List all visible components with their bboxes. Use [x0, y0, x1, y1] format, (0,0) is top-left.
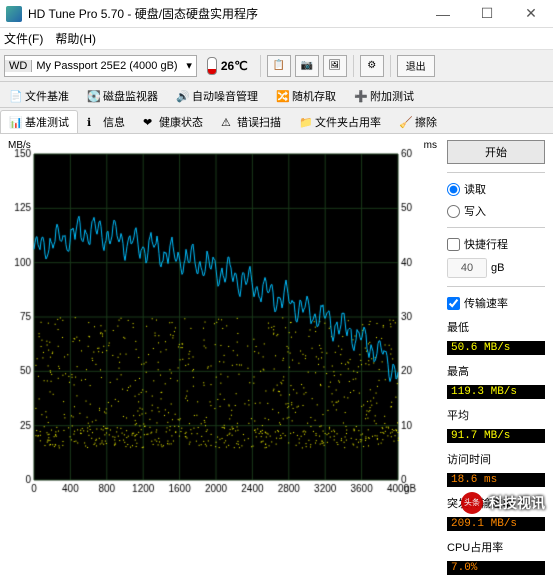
short-stroke-checkbox[interactable]: 快捷行程	[447, 236, 545, 252]
drive-selector[interactable]: WD My Passport 25E2 (4000 gB) ▾	[4, 55, 197, 77]
write-radio[interactable]: 写入	[447, 203, 545, 219]
tab-基准测试[interactable]: 📊 基准测试	[0, 110, 78, 133]
access-time-label: 访问时间	[447, 451, 545, 467]
tab-label: 文件夹占用率	[315, 114, 381, 130]
short-stroke-unit: gB	[491, 262, 504, 274]
menu-file[interactable]: 文件(F)	[4, 30, 43, 47]
drive-vendor: WD	[5, 60, 32, 72]
app-icon	[6, 6, 22, 22]
separator	[447, 227, 545, 228]
copy-screenshot-button[interactable]: 📷	[295, 55, 319, 77]
y-axis-left-label: MB/s	[8, 140, 31, 151]
tab-icon: 📄	[9, 90, 21, 102]
tab-文件基准[interactable]: 📄 文件基准	[0, 84, 78, 107]
short-stroke-input[interactable]	[447, 258, 487, 278]
tab-icon: 📊	[9, 116, 21, 128]
separator	[260, 55, 261, 77]
tab-label: 自动噪音管理	[192, 88, 258, 104]
thermometer-icon	[207, 57, 217, 75]
max-label: 最高	[447, 363, 545, 379]
avg-label: 平均	[447, 407, 545, 423]
tab-label: 信息	[103, 114, 125, 130]
tab-icon: 💽	[87, 90, 99, 102]
access-time-value: 18.6 ms	[447, 473, 545, 487]
y-axis-right-label: ms	[424, 140, 437, 151]
chevron-down-icon: ▾	[182, 59, 196, 72]
min-value: 50.6 MB/s	[447, 341, 545, 355]
tab-label: 错误扫描	[237, 114, 281, 130]
tab-附加测试[interactable]: ➕ 附加测试	[345, 84, 423, 107]
watermark-text: 科技视讯	[489, 493, 545, 513]
max-value: 119.3 MB/s	[447, 385, 545, 399]
tab-icon: 📁	[299, 116, 311, 128]
tab-信息[interactable]: ℹ 信息	[78, 110, 134, 133]
exit-button[interactable]: 退出	[397, 55, 435, 77]
separator	[353, 55, 354, 77]
tab-label: 擦除	[415, 114, 437, 130]
options-button[interactable]: ⚙	[360, 55, 384, 77]
start-button[interactable]: 开始	[447, 140, 545, 164]
benchmark-chart	[6, 140, 426, 500]
tab-label: 基准测试	[25, 114, 69, 130]
copy-text-button[interactable]: 📋	[267, 55, 291, 77]
tab-label: 附加测试	[370, 88, 414, 104]
min-label: 最低	[447, 319, 545, 335]
tab-文件夹占用率[interactable]: 📁 文件夹占用率	[290, 110, 390, 133]
tab-自动噪音管理[interactable]: 🔊 自动噪音管理	[167, 84, 267, 107]
tab-icon: ⚠	[221, 116, 233, 128]
tab-擦除[interactable]: 🧹 擦除	[390, 110, 446, 133]
minimize-button[interactable]: —	[421, 0, 465, 28]
tab-icon: ℹ	[87, 116, 99, 128]
tab-icon: ➕	[354, 90, 366, 102]
menu-help[interactable]: 帮助(H)	[55, 30, 96, 47]
burst-value: 209.1 MB/s	[447, 517, 545, 531]
tab-icon: 🔊	[176, 90, 188, 102]
cpu-value: 7.0%	[447, 561, 545, 575]
cpu-label: CPU占用率	[447, 539, 545, 555]
tab-错误扫描[interactable]: ⚠ 错误扫描	[212, 110, 290, 133]
watermark: 头条 科技视讯	[461, 492, 545, 514]
tab-label: 文件基准	[25, 88, 69, 104]
tab-icon: 🧹	[399, 116, 411, 128]
separator	[390, 55, 391, 77]
drive-model: My Passport 25E2 (4000 gB)	[32, 60, 182, 72]
avg-value: 91.7 MB/s	[447, 429, 545, 443]
tab-随机存取[interactable]: 🔀 随机存取	[267, 84, 345, 107]
tab-健康状态[interactable]: ❤ 健康状态	[134, 110, 212, 133]
window-title: HD Tune Pro 5.70 - 硬盘/固态硬盘实用程序	[28, 5, 421, 22]
tab-磁盘监视器[interactable]: 💽 磁盘监视器	[78, 84, 167, 107]
toutiao-logo-icon: 头条	[461, 492, 483, 514]
temperature-value: 26℃	[221, 59, 248, 73]
save-screenshot-button[interactable]: 🖼	[323, 55, 347, 77]
temperature-display: 26℃	[201, 57, 254, 75]
tab-label: 随机存取	[292, 88, 336, 104]
maximize-button[interactable]: ☐	[465, 0, 509, 28]
separator	[447, 172, 545, 173]
separator	[447, 286, 545, 287]
read-radio[interactable]: 读取	[447, 181, 545, 197]
tab-label: 磁盘监视器	[103, 88, 158, 104]
tab-icon: ❤	[143, 116, 155, 128]
tab-label: 健康状态	[159, 114, 203, 130]
transfer-rate-checkbox[interactable]: 传输速率	[447, 295, 545, 311]
close-button[interactable]: ✕	[509, 0, 553, 28]
tab-icon: 🔀	[276, 90, 288, 102]
